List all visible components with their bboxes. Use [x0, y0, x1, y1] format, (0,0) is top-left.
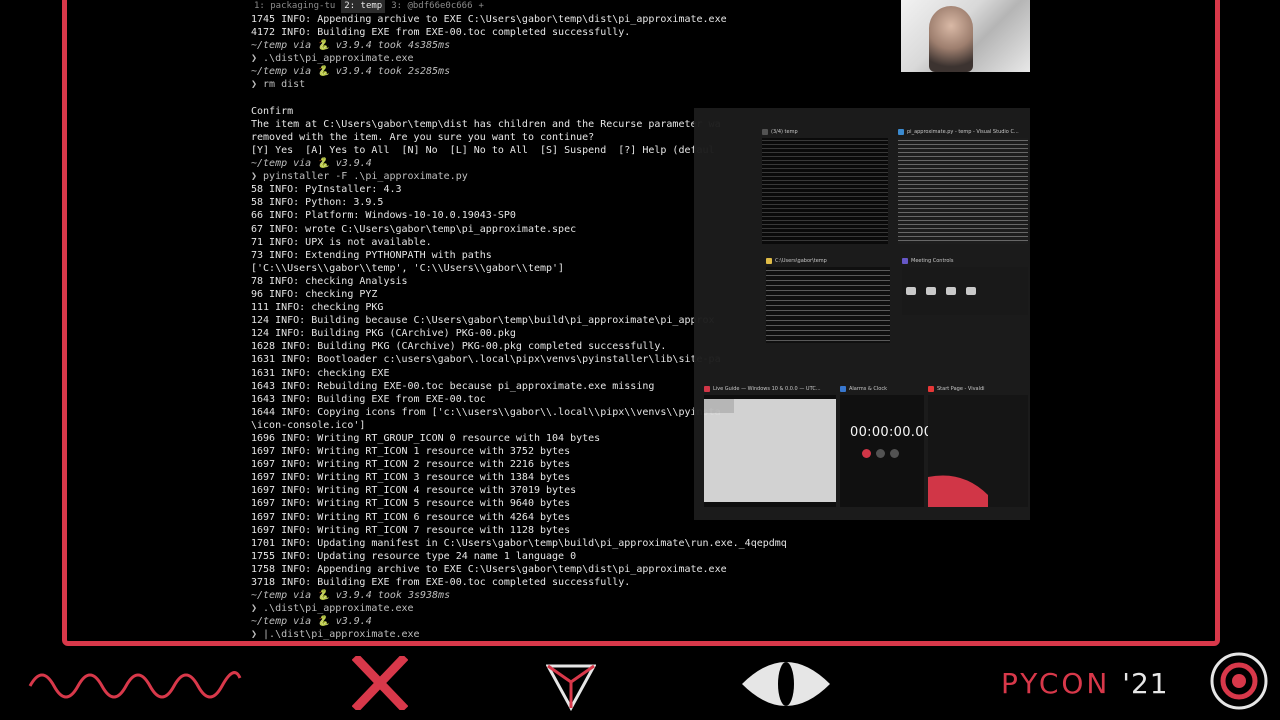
window-title: Live Guide — Windows 10 & 0.0.0 — UTC... [713, 386, 821, 392]
pycon-logo-text: PYCON '21 [1001, 664, 1169, 704]
window-preview [902, 267, 1028, 315]
record-icon [862, 449, 871, 458]
window-preview: 00:00:00.00 [840, 395, 932, 507]
triangle-logo-icon [546, 664, 596, 712]
window-title: Start Page - Vivaldi [937, 386, 985, 392]
terminal-line: ❯ rm dist [251, 79, 306, 91]
switcher-window-meeting[interactable]: Meeting Controls [902, 255, 1028, 315]
window-title: pi_approximate.py - temp - Visual Studio… [907, 129, 1019, 135]
meeting-icon [902, 258, 908, 264]
stopwatch-controls [862, 449, 899, 458]
window-title: C:\Users\gabor\temp [775, 258, 827, 264]
pycon-target-icon [1210, 652, 1268, 710]
terminal-tab[interactable]: + [479, 0, 484, 13]
clock-icon [840, 386, 846, 392]
terminal-line: ❯ .\dist\pi_approximate.exe [251, 603, 414, 615]
terminal-line: ❯ |.\dist\pi_approximate.exe [251, 629, 420, 641]
window-preview [704, 395, 836, 507]
x-mark-icon [352, 656, 408, 710]
page-preview [704, 399, 836, 502]
terminal-icon [762, 129, 768, 135]
browser-icon [704, 386, 710, 392]
window-preview [898, 138, 1028, 244]
switcher-window-terminal[interactable]: (3/4) temp [762, 126, 888, 244]
terminal-line: 3718 INFO: Building EXE from EXE-00.toc … [251, 577, 631, 589]
terminal-tab[interactable]: 2: temp [341, 0, 386, 13]
terminal-tab-bar: 1: packaging-tu 2: temp 3: @bdf66e0c666 + [248, 0, 508, 13]
switcher-window-alarms[interactable]: Alarms & Clock 00:00:00.00 [840, 383, 932, 507]
switcher-window-browser[interactable]: Live Guide — Windows 10 & 0.0.0 — UTC... [704, 383, 836, 507]
flag-icon [876, 449, 885, 458]
share-icon [946, 287, 956, 295]
window-title: (3/4) temp [771, 129, 798, 135]
eye-icon [742, 662, 830, 706]
terminal-tab[interactable]: 1: packaging-tu [254, 0, 335, 13]
brand-year: '21 [1122, 667, 1169, 700]
terminal-line: ~/temp via 🐍 v3.9.4 took 3s938ms [251, 590, 451, 602]
switcher-window-vscode[interactable]: pi_approximate.py - temp - Visual Studio… [898, 126, 1028, 244]
presenter-video [929, 6, 973, 72]
window-preview [928, 395, 1028, 507]
meeting-control-icons [906, 287, 976, 295]
window-title: Alarms & Clock [849, 386, 887, 392]
webcam-thumbnail [901, 0, 1030, 72]
window-preview [762, 138, 888, 244]
window-title: Meeting Controls [911, 258, 954, 264]
folder-icon [766, 258, 772, 264]
switcher-window-explorer[interactable]: C:\Users\gabor\temp [766, 255, 890, 343]
mic-icon [906, 287, 916, 295]
settings-icon [966, 287, 976, 295]
terminal-line: 1758 INFO: Appending archive to EXE C:\U… [251, 563, 727, 575]
terminal-tab[interactable]: 3: @bdf66e0c666 [391, 0, 472, 13]
reset-icon [890, 449, 899, 458]
window-preview [766, 267, 890, 343]
vivaldi-wallpaper [928, 475, 988, 507]
stopwatch-time: 00:00:00.00 [850, 425, 933, 440]
brand-name: PYCON [1001, 667, 1111, 700]
terminal-line: 1755 INFO: Updating resource type 24 nam… [251, 550, 577, 562]
terminal-line: 1701 INFO: Updating manifest in C:\Users… [251, 537, 787, 549]
task-switcher-overlay[interactable]: (3/4) temp pi_approximate.py - temp - Vi… [694, 108, 1030, 520]
terminal-line: 1697 INFO: Writing RT_ICON 7 resource wi… [251, 524, 571, 536]
vscode-icon [898, 129, 904, 135]
switcher-window-vivaldi[interactable]: Start Page - Vivaldi [928, 383, 1028, 507]
camera-icon [926, 287, 936, 295]
wave-decoration [28, 671, 242, 699]
vivaldi-icon [928, 386, 934, 392]
terminal-line: ~/temp via 🐍 v3.9.4 [251, 616, 372, 628]
page-header-block [704, 399, 734, 413]
